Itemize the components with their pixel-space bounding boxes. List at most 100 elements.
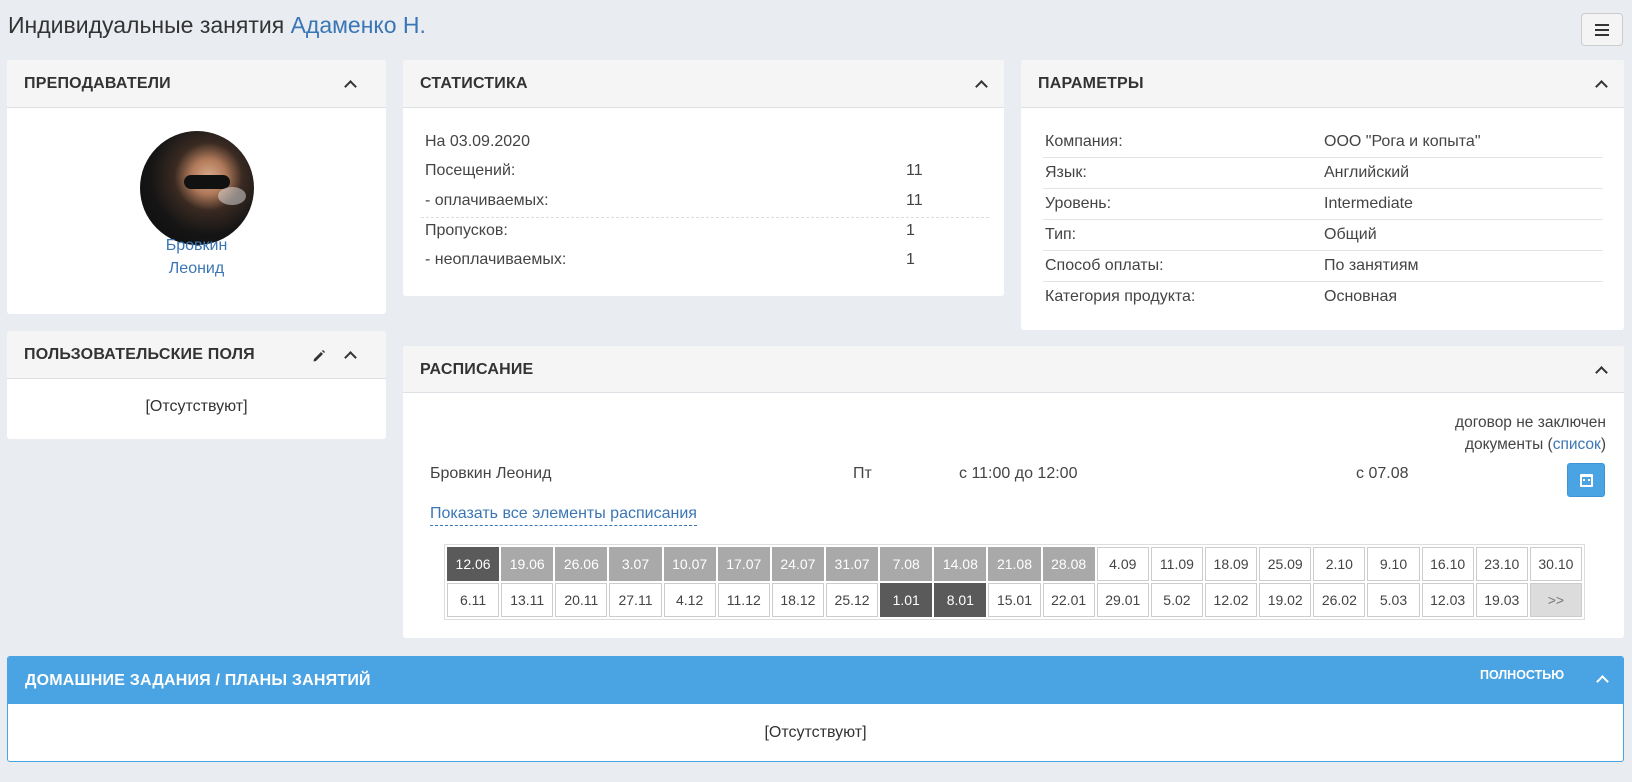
stats-date: На 03.09.2020 [425,133,530,150]
schedule-day: Пт [853,465,872,482]
statistics-panel-header[interactable]: СТАТИСТИКА [403,60,1004,108]
schedule-date-cell[interactable]: 18.12 [771,583,824,617]
schedule-date-cell[interactable]: 10.07 [663,547,716,581]
schedule-date-cell[interactable]: 5.03 [1367,583,1420,617]
schedule-panel-header[interactable]: РАСПИСАНИЕ [403,346,1624,393]
chevron-up-icon[interactable] [1596,79,1606,89]
stats-visits-label: Посещений: [425,162,516,179]
user-fields-panel-header[interactable]: ПОЛЬЗОВАТЕЛЬСКИЕ ПОЛЯ [7,331,386,379]
parameters-panel-header[interactable]: ПАРАМЕТРЫ [1021,60,1624,108]
schedule-date-cell[interactable]: 4.12 [663,583,716,617]
param-label: Уровень: [1045,195,1112,212]
schedule-date-cell[interactable]: 24.07 [771,547,824,581]
show-all-schedule-link[interactable]: Показать все элементы расписания [430,505,697,526]
schedule-date-cell[interactable]: 21.08 [988,547,1041,581]
schedule-date-cell[interactable]: 28.08 [1042,547,1095,581]
teacher-avatar[interactable] [140,131,254,245]
schedule-date-cell[interactable]: 11.12 [717,583,770,617]
avatar-sunglasses [184,175,230,189]
schedule-date-cell[interactable]: 19.06 [501,547,554,581]
schedule-date-cell[interactable]: 20.11 [555,583,608,617]
user-fields-panel-title: ПОЛЬЗОВАТЕЛЬСКИЕ ПОЛЯ [24,346,255,363]
schedule-date-cell[interactable]: 19.02 [1259,583,1312,617]
teacher-first-name[interactable]: Бровкин [7,237,386,255]
schedule-date-cell[interactable]: 23.10 [1475,547,1528,581]
teachers-panel-header[interactable]: ПРЕПОДАВАТЕЛИ [7,60,386,108]
schedule-date-cell[interactable]: 1.01 [880,583,933,617]
schedule-date-cell[interactable]: 14.08 [934,547,987,581]
schedule-date-cell[interactable]: 2.10 [1313,547,1366,581]
param-value: Основная [1324,288,1398,305]
statistics-panel-title: СТАТИСТИКА [420,75,528,92]
homework-empty: [Отсутствуют] [764,724,867,741]
schedule-date-cell[interactable]: 3.07 [609,547,662,581]
next-dates-button[interactable]: >> [1529,583,1582,617]
schedule-date-cell[interactable]: 22.01 [1042,583,1095,617]
homework-panel-header[interactable]: ДОМАШНИЕ ЗАДАНИЯ / ПЛАНЫ ЗАНЯТИЙ ПОЛНОСТ… [8,657,1623,704]
param-row-category: Категория продукта: Основная [1043,282,1603,313]
schedule-date-cell[interactable]: 15.01 [988,583,1041,617]
schedule-date-cell[interactable]: 12.06 [447,547,500,581]
schedule-date-cell[interactable]: 7.08 [880,547,933,581]
chevron-up-icon[interactable] [1597,674,1607,684]
stats-visits-value: 11 [906,162,923,179]
stats-unpaid-value: 1 [906,251,915,268]
calendar-icon [1580,474,1593,487]
param-row-type: Тип: Общий [1043,220,1603,251]
statistics-panel: СТАТИСТИКА На 03.09.2020 Посещений: 11 -… [403,60,1004,296]
schedule-date-cell[interactable]: 6.11 [447,583,500,617]
chevron-up-icon[interactable] [345,79,355,89]
schedule-date-cell[interactable]: 12.03 [1421,583,1474,617]
param-label: Способ оплаты: [1045,257,1164,274]
schedule-date-cell[interactable]: 11.09 [1150,547,1203,581]
schedule-date-cell[interactable]: 19.03 [1475,583,1528,617]
schedule-date-cell[interactable]: 18.09 [1204,547,1258,581]
company-link[interactable]: ООО "Рога и копыта" [1324,133,1481,151]
page-title-prefix: Индивидуальные занятия [8,12,285,38]
schedule-date-cell[interactable]: 25.12 [825,583,879,617]
teachers-panel-title: ПРЕПОДАВАТЕЛИ [24,75,171,92]
param-label: Категория продукта: [1045,288,1196,305]
homework-panel: ДОМАШНИЕ ЗАДАНИЯ / ПЛАНЫ ЗАНЯТИЙ ПОЛНОСТ… [7,656,1624,762]
schedule-date-cell[interactable]: 31.07 [825,547,879,581]
chevron-up-icon[interactable] [1596,365,1606,375]
user-fields-empty: [Отсутствуют] [145,398,248,415]
schedule-date-cell[interactable]: 13.11 [501,583,554,617]
param-row-level: Уровень: Intermediate [1043,189,1603,220]
parameters-panel-title: ПАРАМЕТРЫ [1038,75,1144,92]
schedule-teacher-link[interactable]: Бровкин Леонид [430,465,551,483]
full-view-button[interactable]: ПОЛНОСТЬЮ [1480,668,1564,682]
schedule-date-cell[interactable]: 9.10 [1367,547,1420,581]
avatar-smoke [218,187,246,205]
pencil-icon[interactable] [312,349,326,363]
menu-button[interactable] [1581,13,1623,46]
schedule-since: с 07.08 [1356,465,1409,482]
schedule-date-cell[interactable]: 25.09 [1259,547,1312,581]
schedule-date-cell[interactable]: 29.01 [1096,583,1149,617]
schedule-time: с 11:00 до 12:00 [959,465,1078,482]
param-label: Язык: [1045,164,1087,181]
teacher-last-name[interactable]: Леонид [7,260,386,278]
schedule-date-cell[interactable]: 26.02 [1313,583,1366,617]
schedule-date-cell[interactable]: 5.02 [1150,583,1203,617]
schedule-date-cell[interactable]: 16.10 [1421,547,1474,581]
student-link[interactable]: Адаменко Н. [291,12,426,38]
schedule-date-cell[interactable]: 17.07 [717,547,770,581]
schedule-date-cell[interactable]: 12.02 [1204,583,1258,617]
documents-suffix: ) [1600,436,1606,453]
documents-list-link[interactable]: список [1553,436,1601,453]
schedule-date-grid: 12.06 19.06 26.06 3.07 10.07 17.07 24.07 31.07 7… [444,544,1585,620]
schedule-date-cell[interactable]: 8.01 [934,583,987,617]
schedule-date-cell[interactable]: 4.09 [1096,547,1149,581]
chevron-up-icon[interactable] [976,79,986,89]
documents-prefix: документы ( [1464,436,1553,453]
stats-paid-label: - оплачиваемых: [425,192,549,209]
schedule-date-cell[interactable]: 26.06 [555,547,608,581]
calendar-button[interactable] [1567,463,1605,497]
stats-absences-label: Пропусков: [425,222,508,239]
schedule-date-cell[interactable]: 30.10 [1529,547,1582,581]
schedule-date-cell[interactable]: 27.11 [609,583,662,617]
param-label: Компания: [1045,133,1123,150]
homework-panel-title: ДОМАШНИЕ ЗАДАНИЯ / ПЛАНЫ ЗАНЯТИЙ [25,672,371,689]
chevron-up-icon[interactable] [345,350,355,360]
